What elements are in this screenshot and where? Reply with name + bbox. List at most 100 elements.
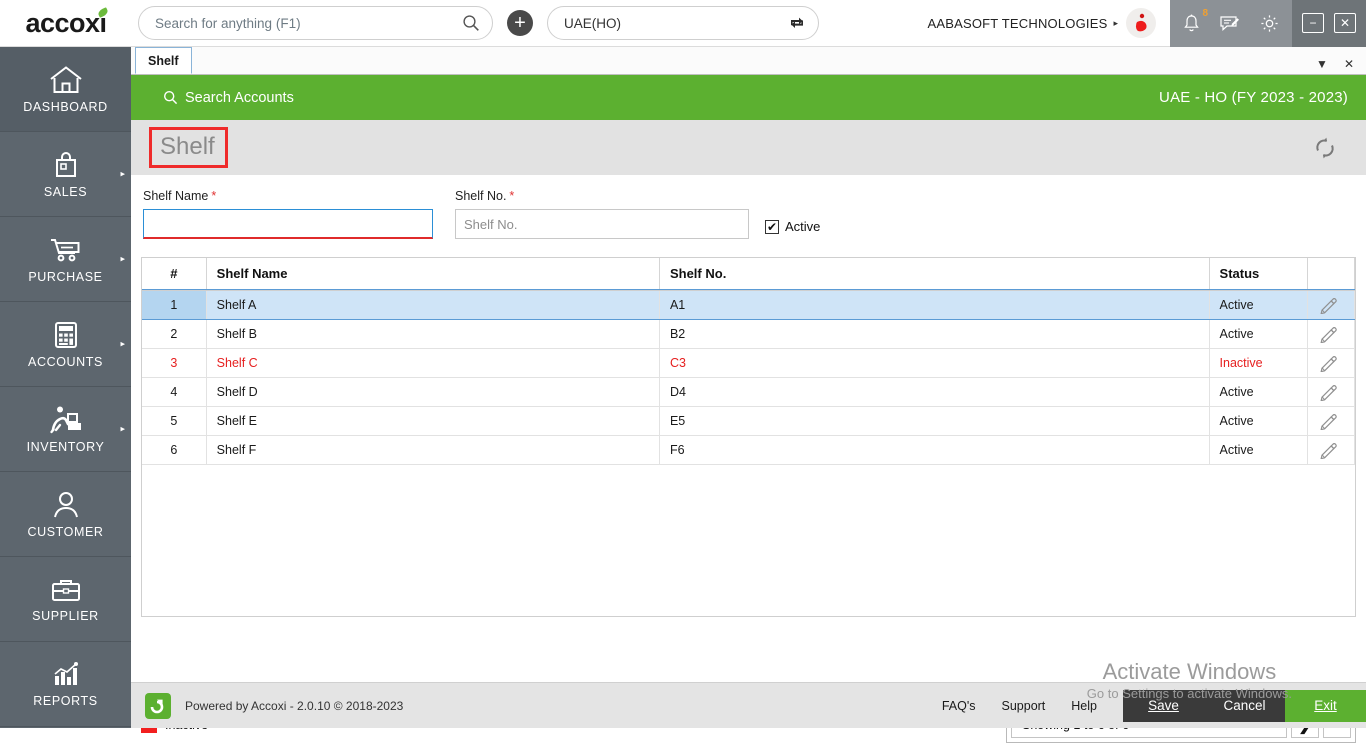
footer-link-help[interactable]: Help [1071, 699, 1097, 713]
sidebar-item-sales[interactable]: SALES ▸ [0, 132, 131, 217]
app-footer: Powered by Accoxi - 2.0.10 © 2018-2023 F… [131, 682, 1366, 728]
pencil-edit-icon[interactable] [1318, 325, 1344, 343]
branch-value: UAE(HO) [564, 16, 621, 31]
footer-link-support[interactable]: Support [1002, 699, 1046, 713]
refresh-icon[interactable] [1310, 133, 1340, 163]
sidebar-item-reports[interactable]: REPORTS [0, 642, 131, 727]
cell-status: Active [1209, 290, 1307, 319]
cell-actions [1307, 406, 1354, 435]
sidebar-item-label: PURCHASE [28, 270, 102, 284]
pencil-edit-icon[interactable] [1318, 412, 1344, 430]
cell-status: Active [1209, 435, 1307, 464]
column-header-actions [1307, 258, 1354, 290]
message-icon[interactable] [1219, 14, 1241, 33]
shelf-table: # Shelf Name Shelf No. Status 1 Shelf A … [142, 258, 1355, 465]
warehouse-worker-icon [47, 405, 85, 435]
app-logo: accoxi [0, 0, 132, 47]
table-row[interactable]: 5 Shelf E E5 Active [142, 406, 1355, 435]
chevron-right-icon: ▸ [120, 254, 125, 265]
shopping-bag-icon [50, 150, 82, 180]
pencil-edit-icon[interactable] [1318, 296, 1344, 314]
chevron-right-icon: ▸ [120, 169, 125, 180]
minimize-button[interactable]: − [1302, 13, 1324, 33]
page-title-bar: Shelf [131, 120, 1366, 175]
company-name: AABASOFT TECHNOLOGIES [927, 16, 1107, 31]
column-header-number[interactable]: # [142, 258, 206, 290]
cell-shelf-no: A1 [659, 290, 1209, 319]
cell-actions [1307, 290, 1354, 319]
shelf-name-label-text: Shelf Name [143, 189, 208, 203]
main-sidebar: DASHBOARD SALES ▸ PURCHASE ▸ [0, 47, 131, 728]
table-row[interactable]: 6 Shelf F F6 Active [142, 435, 1355, 464]
add-new-button[interactable]: + [507, 10, 533, 36]
sidebar-item-supplier[interactable]: SUPPLIER [0, 557, 131, 642]
shelf-table-container: # Shelf Name Shelf No. Status 1 Shelf A … [141, 257, 1356, 617]
save-button[interactable]: Save [1123, 690, 1204, 722]
pencil-edit-icon[interactable] [1318, 354, 1344, 372]
required-asterisk: * [509, 189, 514, 203]
form-pane: Shelf Name* Shelf No.* ✔ Active [131, 175, 1366, 747]
chevron-right-icon[interactable]: ▸ [1113, 18, 1118, 29]
sidebar-item-inventory[interactable]: INVENTORY ▸ [0, 387, 131, 472]
company-area[interactable]: AABASOFT TECHNOLOGIES ▸ [927, 0, 1170, 47]
search-accounts-label: Search Accounts [185, 90, 294, 106]
user-icon [51, 490, 81, 520]
column-header-shelf-name[interactable]: Shelf Name [206, 258, 659, 290]
shelf-name-input[interactable] [143, 209, 433, 239]
avatar[interactable] [1126, 8, 1156, 38]
search-input[interactable] [155, 16, 462, 31]
sidebar-item-label: INVENTORY [27, 440, 105, 454]
branch-selector[interactable]: UAE(HO) [547, 6, 819, 40]
close-icon[interactable]: ✕ [1344, 57, 1354, 71]
shelf-no-input[interactable] [455, 209, 749, 239]
search-accounts-button[interactable]: Search Accounts [163, 90, 294, 106]
pencil-edit-icon[interactable] [1318, 441, 1344, 459]
chevron-right-icon: ▸ [120, 424, 125, 435]
global-search-box[interactable] [138, 6, 493, 40]
shelf-no-field-group: Shelf No.* [455, 189, 749, 239]
sidebar-item-dashboard[interactable]: DASHBOARD [0, 47, 131, 132]
sidebar-item-customer[interactable]: CUSTOMER [0, 472, 131, 557]
close-button[interactable]: ✕ [1334, 13, 1356, 33]
active-checkbox-group[interactable]: ✔ Active [765, 219, 820, 239]
table-row[interactable]: 1 Shelf A A1 Active [142, 290, 1355, 319]
sidebar-item-label: DASHBOARD [23, 100, 108, 114]
settings-gear-icon[interactable] [1259, 13, 1280, 34]
table-row[interactable]: 3 Shelf C C3 Inactive [142, 348, 1355, 377]
pencil-edit-icon[interactable] [1318, 383, 1344, 401]
table-row[interactable]: 4 Shelf D D4 Active [142, 377, 1355, 406]
sidebar-item-purchase[interactable]: PURCHASE ▸ [0, 217, 131, 302]
cell-shelf-no: B2 [659, 319, 1209, 348]
table-row[interactable]: 2 Shelf B B2 Active [142, 319, 1355, 348]
active-checkbox[interactable]: ✔ [765, 220, 779, 234]
cell-shelf-name: Shelf F [206, 435, 659, 464]
switch-branch-icon[interactable] [788, 14, 806, 32]
save-button-label: Save [1148, 698, 1179, 713]
cell-number: 2 [142, 319, 206, 348]
cell-shelf-name: Shelf E [206, 406, 659, 435]
shopping-cart-icon [48, 235, 84, 265]
footer-link-faqs[interactable]: FAQ's [942, 699, 976, 713]
shelf-name-field-group: Shelf Name* [143, 189, 433, 239]
chevron-down-icon[interactable]: ▼ [1316, 57, 1328, 71]
cancel-button[interactable]: Cancel [1204, 690, 1285, 722]
column-header-shelf-no[interactable]: Shelf No. [659, 258, 1209, 290]
cell-shelf-no: D4 [659, 377, 1209, 406]
cell-shelf-no: F6 [659, 435, 1209, 464]
cell-actions [1307, 435, 1354, 464]
column-header-status[interactable]: Status [1209, 258, 1307, 290]
workspace: Shelf ▼ ✕ Search Accounts UAE - HO (FY 2… [131, 47, 1366, 728]
exit-button[interactable]: Exit [1285, 690, 1366, 722]
shelf-name-label: Shelf Name* [143, 189, 433, 203]
accoxi-footer-logo-icon [145, 693, 171, 719]
field-row: Shelf Name* Shelf No.* ✔ Active [131, 189, 1366, 239]
cell-status: Active [1209, 406, 1307, 435]
tab-shelf[interactable]: Shelf [135, 47, 192, 74]
tab-strip: Shelf ▼ ✕ [131, 47, 1366, 75]
cell-shelf-name: Shelf D [206, 377, 659, 406]
notification-bell-icon[interactable]: 8 [1182, 13, 1201, 34]
sidebar-item-accounts[interactable]: ACCOUNTS ▸ [0, 302, 131, 387]
search-icon[interactable] [462, 14, 480, 32]
cell-shelf-name: Shelf A [206, 290, 659, 319]
tab-controls: ▼ ✕ [1316, 57, 1366, 74]
